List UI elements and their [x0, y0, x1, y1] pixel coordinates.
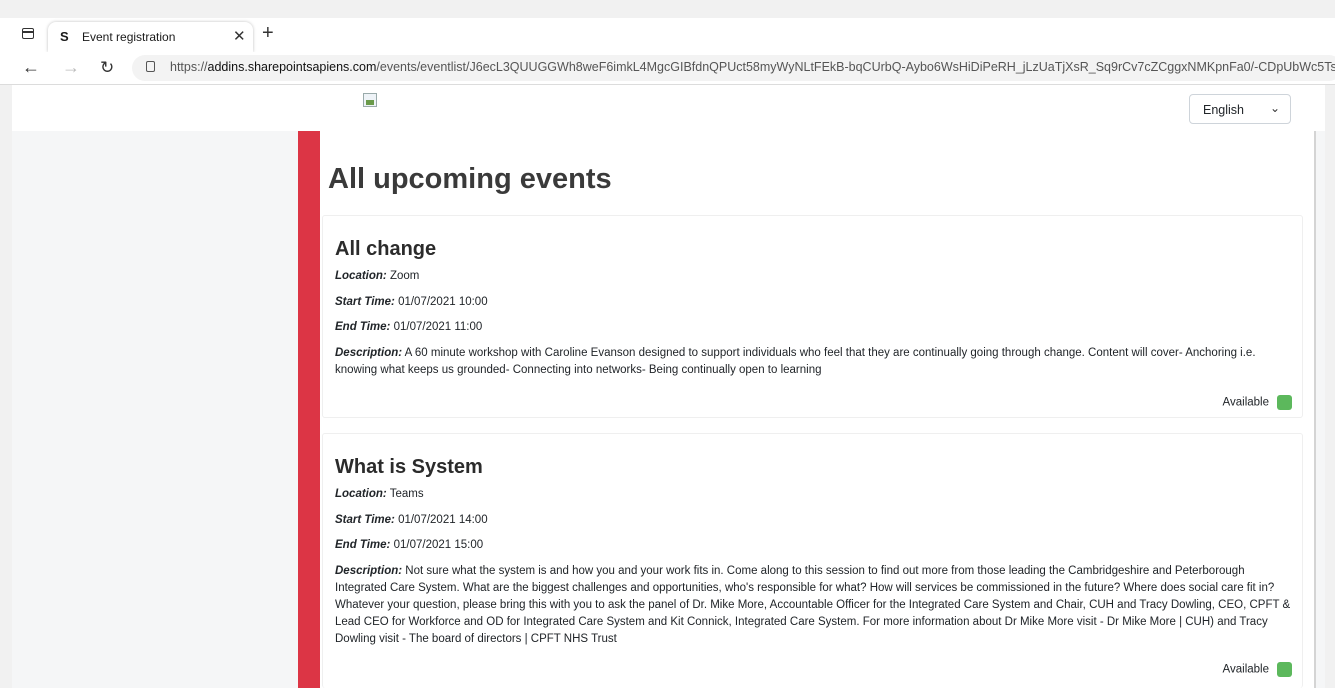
event-title: What is System — [335, 456, 483, 478]
description-value: Not sure what the system is and how you … — [335, 565, 1291, 645]
event-description: Description: A 60 minute workshop with C… — [335, 345, 1293, 379]
status-badge: Available — [1223, 662, 1292, 677]
url-host: addins.sharepointsapiens.com — [207, 60, 377, 74]
accent-bar — [298, 131, 320, 688]
url-text[interactable]: https://addins.sharepointsapiens.com/eve… — [170, 60, 1335, 74]
start-time-value: 01/07/2021 14:00 — [398, 514, 488, 526]
address-bar[interactable]: https://addins.sharepointsapiens.com/eve… — [132, 55, 1335, 81]
location-label: Location: — [335, 488, 387, 500]
close-tab-icon[interactable]: ✕ — [233, 27, 246, 45]
page-title: All upcoming events — [328, 163, 612, 195]
back-arrow-icon[interactable]: ← — [22, 57, 40, 78]
browser-window: S Event registration ✕ + ← → ↻ https://a… — [0, 0, 1335, 688]
page-header: English ⌄ — [12, 85, 1325, 132]
event-description: Description: Not sure what the system is… — [335, 563, 1293, 648]
location-value: Zoom — [389, 270, 420, 282]
window-menu-icon[interactable] — [22, 28, 34, 39]
navigation-bar: ← → ↻ https://addins.sharepointsapiens.c… — [0, 52, 1335, 85]
event-start-time: Start Time: 01/07/2021 14:00 — [335, 514, 488, 526]
tab-event-registration[interactable]: S Event registration ✕ — [48, 22, 253, 52]
sharepoint-favicon-icon: S — [60, 29, 69, 44]
event-end-time: End Time: 01/07/2021 11:00 — [335, 321, 482, 333]
status-label: Available — [1222, 663, 1269, 676]
tab-title: Event registration — [82, 30, 176, 44]
event-end-time: End Time: 01/07/2021 15:00 — [335, 539, 483, 551]
end-time-label: End Time: — [335, 539, 391, 551]
left-pane — [12, 131, 298, 688]
reload-icon[interactable]: ↻ — [100, 58, 114, 78]
start-time-value: 01/07/2021 10:00 — [398, 296, 488, 308]
language-select[interactable]: English ⌄ — [1189, 94, 1291, 124]
new-tab-icon[interactable]: + — [262, 22, 274, 45]
event-location: Location: Zoom — [335, 270, 419, 282]
url-path: /events/eventlist/J6ecL3QUUGGWh8weF6imkL… — [376, 60, 1335, 74]
event-location: Location: Teams — [335, 488, 424, 500]
right-scroll-edge — [1314, 131, 1325, 688]
end-time-value: 01/07/2021 11:00 — [393, 321, 483, 333]
event-title: All change — [335, 238, 437, 260]
description-label: Description: — [335, 565, 403, 577]
description-label: Description: — [335, 347, 403, 359]
events-content: All upcoming events All change Location:… — [320, 131, 1314, 688]
event-start-time: Start Time: 01/07/2021 10:00 — [335, 296, 488, 308]
status-label: Available — [1222, 396, 1269, 409]
start-time-label: Start Time: — [335, 296, 395, 308]
start-time-label: Start Time: — [335, 514, 395, 526]
status-badge: Available — [1223, 395, 1292, 410]
language-select-value: English — [1203, 103, 1244, 117]
forward-arrow-icon[interactable]: → — [62, 57, 80, 78]
tab-strip: S Event registration ✕ + — [0, 18, 1335, 52]
description-value: A 60 minute workshop with Caroline Evans… — [335, 347, 1256, 376]
end-time-label: End Time: — [335, 321, 391, 333]
event-card[interactable]: All change Location: Zoom Start Time: 01… — [322, 215, 1303, 418]
lock-icon[interactable] — [146, 61, 155, 72]
available-indicator-icon — [1277, 395, 1292, 410]
available-indicator-icon — [1277, 662, 1292, 677]
location-label: Location: — [335, 270, 387, 282]
broken-logo-image-icon — [363, 93, 377, 107]
event-card[interactable]: What is System Location: Teams Start Tim… — [322, 433, 1303, 688]
url-prefix: https:// — [170, 60, 208, 74]
location-value: Teams — [389, 488, 424, 500]
chevron-down-icon: ⌄ — [1269, 101, 1280, 115]
end-time-value: 01/07/2021 15:00 — [393, 539, 484, 551]
